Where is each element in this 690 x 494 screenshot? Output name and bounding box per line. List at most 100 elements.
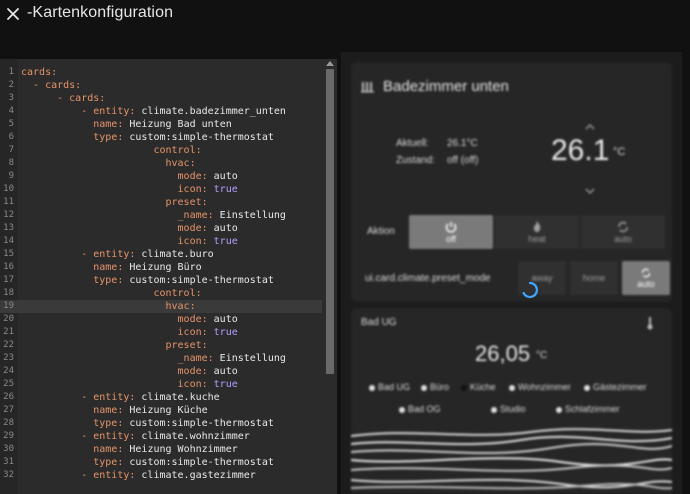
code-line[interactable]: 1 cards: [0,66,322,79]
code-line[interactable]: 10 icon: true [0,183,322,196]
yaml-key: mode: [21,223,208,234]
code-line[interactable]: 13 mode: auto [0,222,322,235]
dialog-title: -Kartenkonfiguration [27,4,174,21]
legend-item[interactable]: Büro [430,382,449,392]
preset-label-text: auto [637,279,655,289]
legend-item[interactable]: Gästezimmer [593,382,647,392]
code-line[interactable]: 6 type: custom:simple-thermostat [0,131,322,144]
line-number: 3 [8,93,14,103]
hvac-mode-label: auto [614,234,632,244]
code-line[interactable]: 20 mode: auto [0,313,322,326]
yaml-key: mode: [21,171,208,182]
code-line[interactable]: 11 preset: [0,196,322,209]
code-line[interactable]: 23 _name: Einstellung [0,352,322,365]
code-line[interactable]: 30 name: Heizung Wohnzimmer [0,443,322,456]
yaml-key: control: [21,145,202,156]
yaml-key: - cards: [21,80,82,91]
yaml-key: _name: [21,353,214,364]
yaml-boolean: true [207,327,238,338]
yaml-key: mode: [21,366,208,377]
scroll-up-arrow[interactable] [326,61,334,66]
yaml-value: auto [207,171,238,182]
line-number: 20 [3,314,14,324]
yaml-value: Heizung Bad unten [123,119,232,130]
code-text: icon: true [21,183,238,196]
code-line[interactable]: 5 name: Heizung Bad unten [0,118,322,131]
target-temp-down-button[interactable] [585,182,595,195]
code-line[interactable]: 29 - entity: climate.wohnzimmer [0,430,322,443]
code-line[interactable]: 8 hvac: [0,157,322,170]
line-number: 14 [3,236,14,246]
editor-scrollbar-thumb[interactable] [326,69,334,374]
yaml-value: climate.badezimmer_unten [135,106,286,117]
code-text: - entity: climate.badezimmer_unten [21,105,286,118]
code-line[interactable]: 18 control: [0,287,322,300]
code-text: name: Heizung Bad unten [21,118,232,131]
current-label: Aktuell: [396,138,429,149]
code-text: - entity: climate.buro [21,248,213,261]
code-text: preset: [21,339,207,352]
line-number: 32 [3,470,14,480]
target-unit: °C [613,146,626,158]
preset-button-home[interactable]: home [570,261,618,295]
sensor-title: Bad UG [361,317,397,328]
code-line[interactable]: 16 name: Heizung Büro [0,261,322,274]
line-number: 5 [8,119,14,129]
code-line[interactable]: 21 icon: true [0,326,322,339]
code-text: type: custom:simple-thermostat [21,417,274,430]
code-text: - cards: [21,79,81,92]
hvac-mode-button-heat[interactable]: heat [495,215,579,249]
line-number: 28 [3,418,14,428]
code-line[interactable]: 31 type: custom:simple-thermostat [0,456,322,469]
state-label: Zustand: [396,155,435,166]
code-text: icon: true [21,326,238,339]
code-line[interactable]: 4 - entity: climate.badezimmer_unten [0,105,322,118]
code-line[interactable]: 28 type: custom:simple-thermostat [0,417,322,430]
close-button[interactable] [2,3,24,25]
legend-item[interactable]: Studio [500,404,526,414]
code-line[interactable]: 2 - cards: [0,79,322,92]
code-line[interactable]: 3 - cards: [0,92,322,105]
code-line[interactable]: 27 name: Heizung Küche [0,404,322,417]
hvac-mode-button-auto[interactable]: auto [581,215,665,249]
code-line[interactable]: 17 type: custom:simple-thermostat [0,274,322,287]
code-line[interactable]: 32 - entity: climate.gastezimmer [0,469,322,482]
legend-item[interactable]: Schlafzimmer [565,404,620,414]
legend-item[interactable]: Küche [470,382,496,392]
yaml-value: custom:simple-thermostat [123,457,274,468]
target-temp-up-button[interactable] [585,118,595,130]
dialog-header: -Kartenkonfiguration [0,0,690,30]
line-number: 7 [8,145,14,155]
legend-item[interactable]: Bad UG [378,382,410,392]
yaml-key: hvac: [21,158,196,169]
code-line[interactable]: 25 icon: true [0,378,322,391]
code-line[interactable]: 26 - entity: climate.kuche [0,391,322,404]
yaml-key: type: [21,418,124,429]
code-line[interactable]: 15 - entity: climate.buro [0,248,322,261]
legend-marker [556,407,562,413]
line-number: 22 [3,340,14,350]
yaml-key: type: [21,457,124,468]
yaml-code-editor[interactable]: 1 cards: 2 - cards: 3 - cards: 4 - entity: c… [0,59,337,494]
hvac-mode-button-off[interactable]: off [409,215,493,249]
code-line[interactable]: 22 preset: [0,339,322,352]
code-text: icon: true [21,378,238,391]
code-line[interactable]: 7 control: [0,144,322,157]
code-line[interactable]: 24 mode: auto [0,365,322,378]
yaml-key: - entity: [21,249,136,260]
sensor-card: Bad UG 26,05 °C Bad UG Büro Küche Wohnzimme… [351,308,672,494]
yaml-value: climate.wohnzimmer [135,431,250,442]
code-line[interactable]: 9 mode: auto [0,170,322,183]
legend-item[interactable]: Wohnzimmer [518,382,571,392]
preset-button-auto[interactable]: auto [622,261,670,295]
code-line[interactable]: 12 _name: Einstellung [0,209,322,222]
code-line[interactable]: 19 hvac: [0,300,322,313]
code-line[interactable]: 14 icon: true [0,235,322,248]
preset-label: ui.card.climate.preset_mode [365,273,491,284]
yaml-key: _name: [21,210,214,221]
line-number: 17 [3,275,14,285]
legend-item[interactable]: Bad OG [408,404,441,414]
line-number: 23 [3,353,14,363]
yaml-boolean: true [207,184,238,195]
code-text: - entity: climate.wohnzimmer [21,430,250,443]
